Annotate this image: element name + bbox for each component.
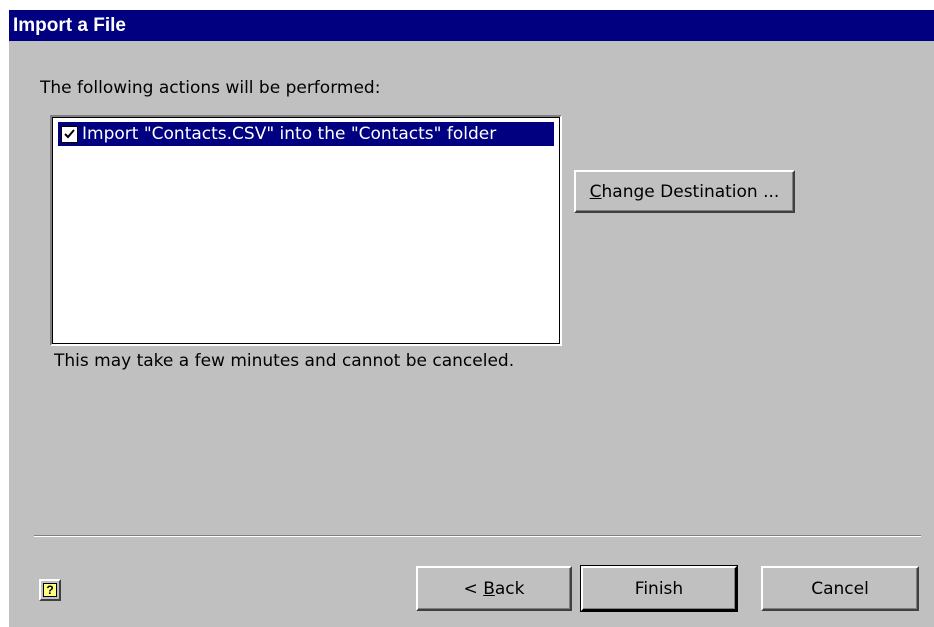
help-icon: ? [43, 583, 57, 597]
back-prefix: < [463, 578, 484, 599]
change-destination-label: hange Destination ... [601, 181, 780, 202]
import-file-dialog: Import a File The following actions will… [8, 9, 934, 627]
duration-note: This may take a few minutes and cannot b… [54, 351, 515, 371]
back-label: ack [494, 578, 525, 599]
cancel-button[interactable]: Cancel [761, 566, 919, 611]
checkbox[interactable] [61, 125, 78, 143]
window-title: Import a File [9, 10, 934, 41]
list-item[interactable]: Import "Contacts.CSV" into the "Contacts… [58, 122, 554, 146]
actions-listbox[interactable]: Import "Contacts.CSV" into the "Contacts… [50, 115, 562, 346]
checkmark-icon [64, 128, 75, 138]
separator [34, 535, 921, 537]
finish-button[interactable]: Finish [580, 565, 738, 612]
back-button[interactable]: < Back [416, 566, 572, 611]
back-accel: B [483, 578, 495, 599]
change-destination-button[interactable]: Change Destination ... [574, 170, 795, 213]
help-button[interactable]: ? [39, 579, 61, 601]
list-item-label: Import "Contacts.CSV" into the "Contacts… [82, 124, 497, 144]
actions-intro-label: The following actions will be performed: [40, 78, 381, 98]
change-destination-accel: C [589, 181, 602, 202]
